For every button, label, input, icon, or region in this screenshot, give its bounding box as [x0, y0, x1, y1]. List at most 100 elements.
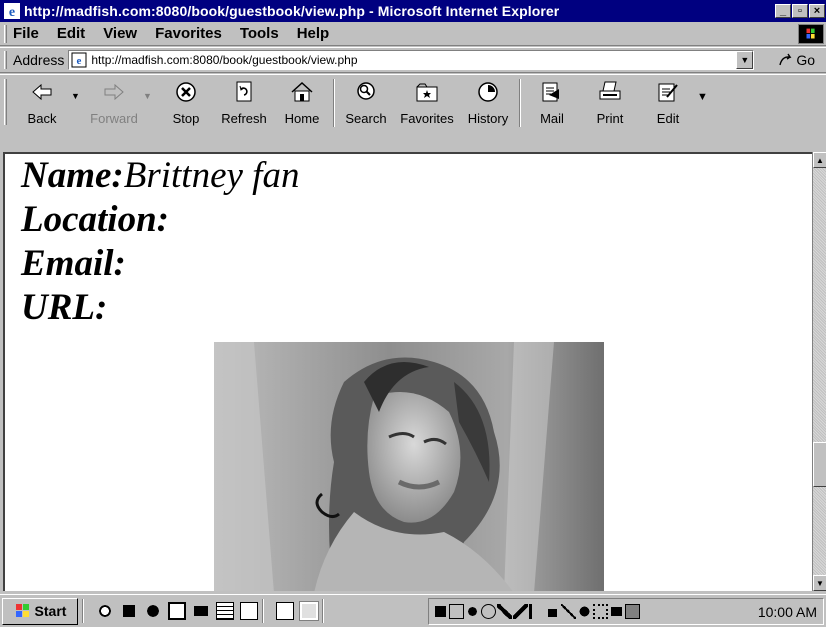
- tray-icon-3[interactable]: [465, 604, 480, 619]
- svg-text:e: e: [77, 55, 82, 67]
- name-label: Name:: [21, 155, 124, 196]
- mail-button[interactable]: Mail: [523, 79, 581, 126]
- quick-launch: [96, 602, 258, 620]
- taskbar-clock[interactable]: 10:00 AM: [758, 604, 817, 620]
- forward-arrow-icon: [104, 83, 124, 101]
- vertical-scrollbar[interactable]: ▲ ▼: [812, 152, 826, 591]
- refresh-button[interactable]: Refresh: [215, 79, 273, 126]
- edit-button[interactable]: Edit: [639, 79, 697, 126]
- email-field: Email:: [21, 242, 812, 286]
- taskbar-separator: [82, 599, 84, 623]
- edit-label: Edit: [656, 111, 680, 126]
- start-button[interactable]: Start: [2, 597, 78, 625]
- system-tray: 10:00 AM: [428, 598, 824, 625]
- tray-icon-1[interactable]: [433, 604, 448, 619]
- address-bar: Address e http://madfish.com:8080/book/g…: [0, 47, 826, 73]
- forward-button[interactable]: Forward: [85, 79, 143, 126]
- menu-favorites[interactable]: Favorites: [155, 25, 222, 42]
- menubar-grip[interactable]: [4, 24, 7, 43]
- history-button[interactable]: History: [459, 79, 517, 126]
- address-url: http://madfish.com:8080/book/guestbook/v…: [91, 53, 358, 67]
- menu-bar: File Edit View Favorites Tools Help: [0, 22, 826, 46]
- notepad-quicklaunch-icon[interactable]: [240, 602, 258, 620]
- toolbar-separator: [519, 79, 521, 127]
- window-titlebar[interactable]: e http://madfish.com:8080/book/guestbook…: [0, 0, 826, 22]
- back-button[interactable]: Back: [13, 79, 71, 126]
- menu-tools[interactable]: Tools: [240, 25, 279, 42]
- tray-icon-10[interactable]: [577, 604, 592, 619]
- ie-logo-icon: e: [4, 3, 20, 20]
- tray-icon-5[interactable]: [497, 604, 512, 619]
- home-label: Home: [284, 111, 320, 126]
- search-label: Search: [345, 111, 387, 126]
- refresh-icon: [236, 81, 252, 102]
- menu-view[interactable]: View: [103, 25, 137, 42]
- url-label: URL:: [21, 287, 108, 328]
- taskbar-separator: [262, 599, 264, 623]
- page-content: Name:Brittney fan Location: Email: URL:: [3, 152, 812, 591]
- scroll-down-button[interactable]: ▼: [813, 575, 826, 591]
- address-input[interactable]: e http://madfish.com:8080/book/guestbook…: [68, 50, 755, 70]
- address-label: Address: [13, 52, 65, 68]
- menu-help[interactable]: Help: [297, 25, 330, 42]
- favorites-button[interactable]: Favorites: [395, 79, 459, 126]
- go-arrow-icon: [779, 53, 792, 66]
- go-button[interactable]: Go: [778, 52, 815, 68]
- app-task-icon[interactable]: [276, 602, 294, 620]
- addressbar-grip[interactable]: [4, 51, 7, 69]
- location-field: Location:: [21, 198, 812, 242]
- tray-icon-13[interactable]: [625, 604, 640, 619]
- menu-edit[interactable]: Edit: [57, 25, 85, 42]
- print-button[interactable]: Print: [581, 79, 639, 126]
- ie-task-icon[interactable]: [299, 601, 319, 621]
- email-label: Email:: [21, 243, 126, 284]
- windows-flag-icon: [15, 604, 29, 617]
- tray-icon-9[interactable]: [561, 604, 576, 619]
- print-label: Print: [596, 111, 624, 126]
- history-label: History: [467, 111, 509, 126]
- home-button[interactable]: Home: [273, 79, 331, 126]
- edit-dropdown-icon[interactable]: ▼: [697, 79, 711, 103]
- refresh-label: Refresh: [221, 111, 267, 126]
- address-dropdown-button[interactable]: ▼: [736, 51, 754, 69]
- forward-dropdown-icon[interactable]: ▼: [143, 79, 157, 101]
- window-title: http://madfish.com:8080/book/guestbook/v…: [24, 3, 560, 19]
- print-icon: [599, 81, 621, 100]
- search-button[interactable]: Search: [337, 79, 395, 126]
- minimize-button[interactable]: _: [775, 4, 791, 18]
- tray-icon-4[interactable]: [481, 604, 496, 619]
- name-value: Brittney fan: [123, 155, 300, 196]
- name-field: Name:Brittney fan: [21, 154, 812, 198]
- go-label: Go: [796, 52, 816, 68]
- scroll-thumb[interactable]: [813, 442, 826, 487]
- running-apps: [276, 601, 319, 621]
- svg-text:e: e: [9, 5, 15, 20]
- close-button[interactable]: ×: [809, 4, 825, 18]
- favorites-icon: [416, 83, 438, 102]
- stop-icon: [176, 82, 196, 102]
- tray-icon-6[interactable]: [513, 604, 528, 619]
- maximize-button[interactable]: ▫: [792, 4, 808, 18]
- tray-icon-11[interactable]: [593, 604, 608, 619]
- stop-button[interactable]: Stop: [157, 79, 215, 126]
- toolbar-separator: [333, 79, 335, 127]
- channels-quicklaunch-icon[interactable]: [144, 602, 162, 620]
- monitor-quicklaunch-icon[interactable]: [192, 602, 210, 620]
- tray-icon-7[interactable]: [529, 604, 544, 619]
- ie-quicklaunch-icon[interactable]: [96, 602, 114, 620]
- desktop-quicklaunch-icon[interactable]: [168, 602, 186, 620]
- network-quicklaunch-icon[interactable]: [216, 602, 234, 620]
- tray-icon-8[interactable]: [545, 604, 560, 619]
- back-dropdown-icon[interactable]: ▼: [71, 79, 85, 101]
- toolbar-grip[interactable]: [4, 79, 7, 125]
- outlook-quicklaunch-icon[interactable]: [120, 602, 138, 620]
- taskbar-separator: [322, 599, 324, 623]
- scroll-up-button[interactable]: ▲: [813, 152, 826, 168]
- back-label: Back: [27, 111, 57, 126]
- tray-icon-2[interactable]: [449, 604, 464, 619]
- stop-label: Stop: [172, 111, 200, 126]
- menu-file[interactable]: File: [13, 25, 39, 42]
- tray-icon-12[interactable]: [609, 604, 624, 619]
- start-label: Start: [34, 603, 67, 619]
- home-icon: [291, 81, 313, 102]
